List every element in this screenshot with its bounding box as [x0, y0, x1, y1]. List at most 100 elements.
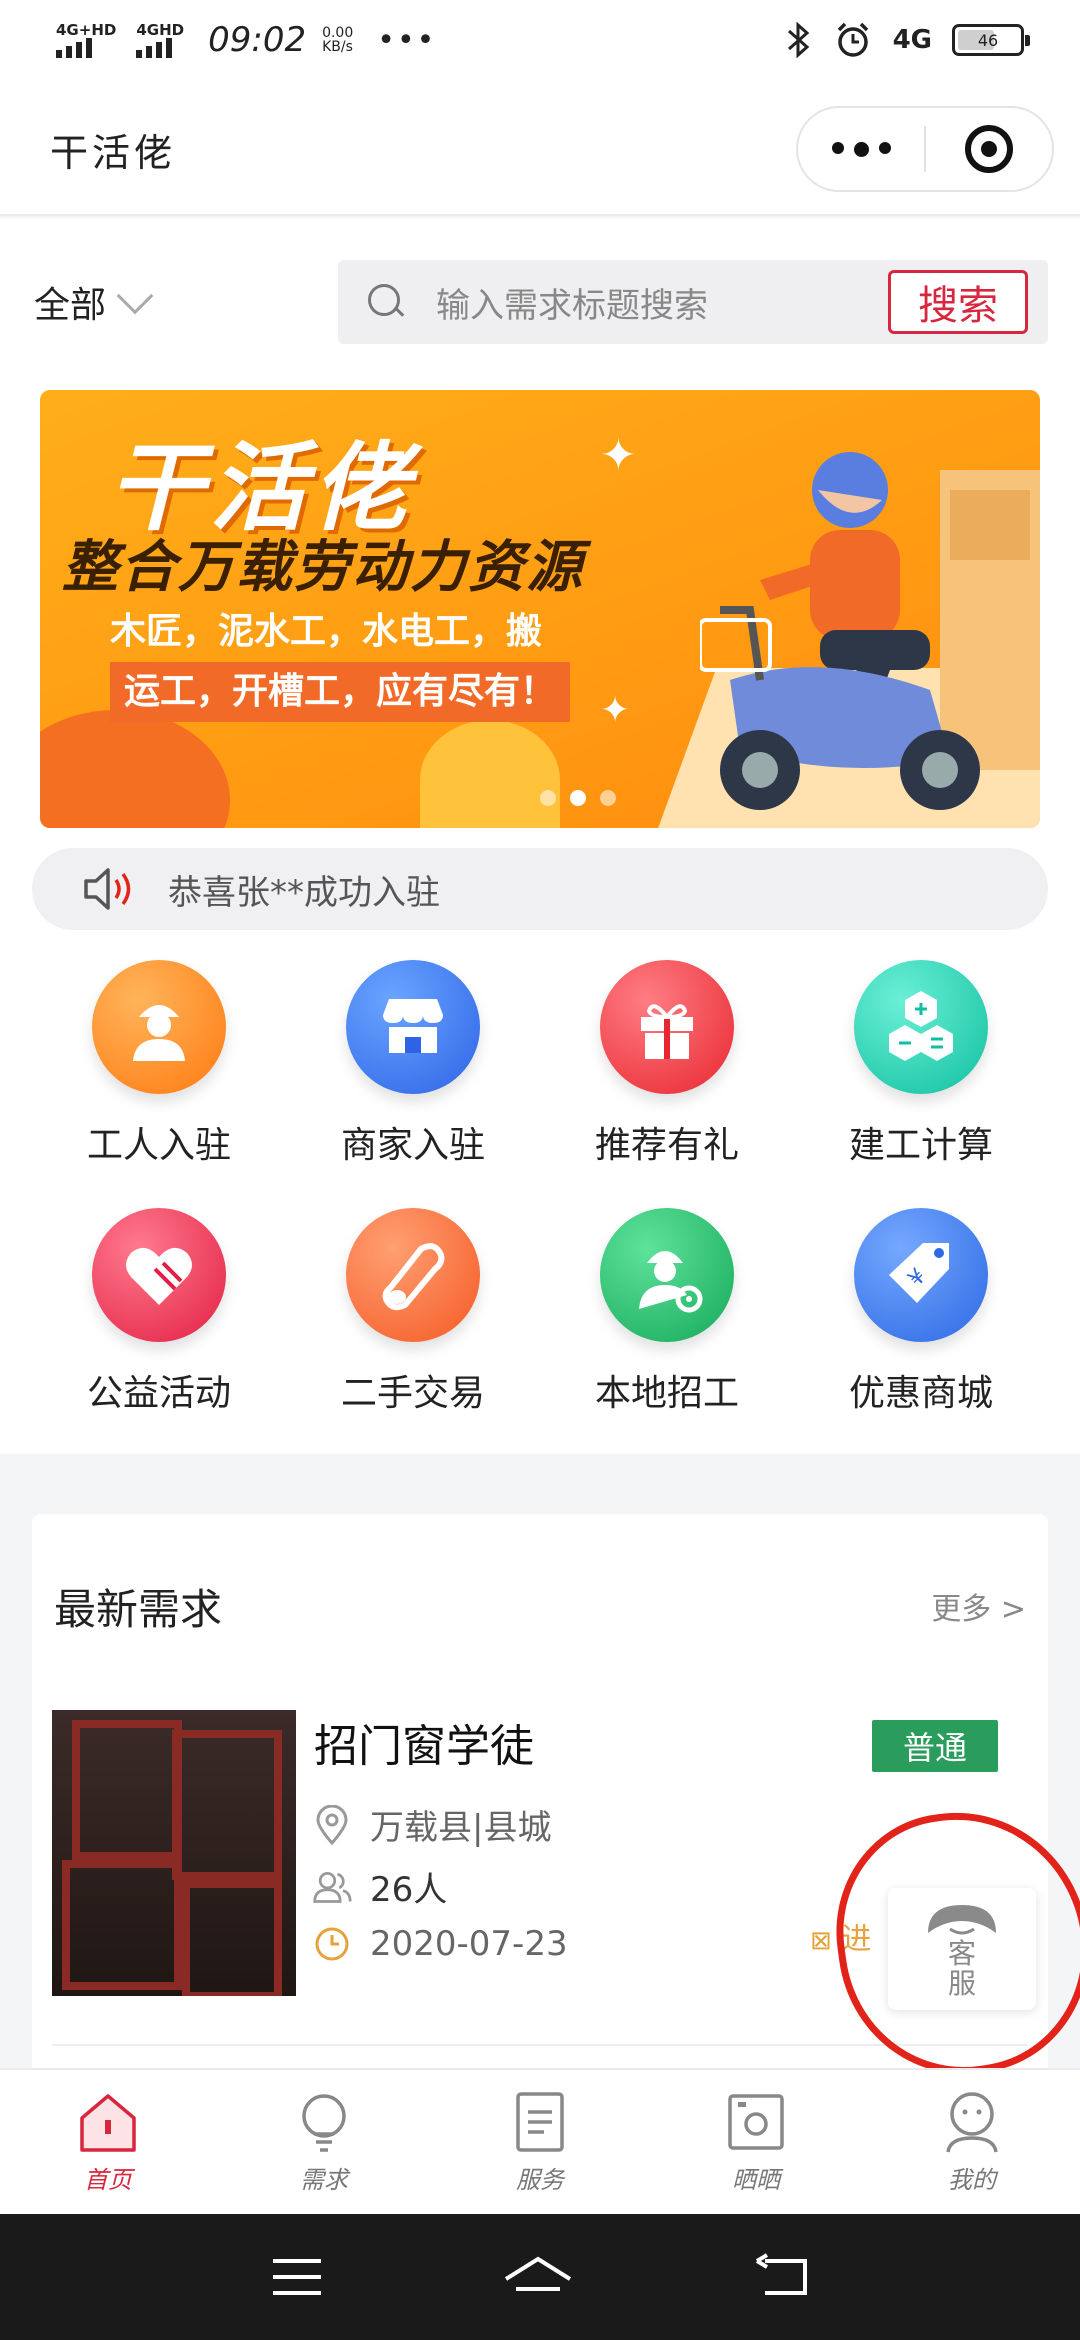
search-icon — [368, 284, 404, 320]
sparkle-icon: ✦ — [600, 430, 637, 481]
demand-date: 2020-07-23 — [312, 1924, 568, 1964]
sim2-label: 4GHD — [136, 21, 185, 39]
net-speed: 0.00 KB/s — [322, 26, 353, 54]
signal-sim1: 4G+HD — [56, 22, 116, 58]
menu-item-local-recruit[interactable]: 本地招工 — [540, 1208, 794, 1416]
banner-line-1: 木匠，泥水工，水电工，搬 — [110, 611, 543, 652]
tab-mine[interactable]: 我的 — [864, 2070, 1080, 2214]
people-icon — [312, 1867, 352, 1907]
notice-bar[interactable]: 恭喜张**成功入驻 — [32, 848, 1048, 930]
signal-bars-icon — [136, 38, 173, 58]
back-icon[interactable] — [751, 2253, 811, 2301]
banner-decoration — [40, 710, 230, 828]
location-text: 万载县|县城 — [370, 1808, 552, 1848]
tab-share[interactable]: 晒晒 — [648, 2070, 864, 2214]
page-title: 干活佬 — [50, 131, 177, 175]
more-menu-icon[interactable] — [798, 141, 924, 157]
bluetooth-icon — [787, 21, 809, 59]
customer-service-button[interactable]: 客 服 — [888, 1888, 1036, 2010]
banner-decoration — [420, 720, 560, 828]
menu-item-second-hand[interactable]: 二手交易 — [286, 1208, 540, 1416]
search-input[interactable]: 输入需求标题搜索 — [436, 278, 888, 327]
category-dropdown[interactable]: 全部 — [34, 276, 154, 328]
menu-item-discount-mall[interactable]: ¥ 优惠商城 — [794, 1208, 1048, 1416]
more-link[interactable]: 更多 > — [931, 1584, 1026, 1628]
sparkle-icon: ✦ — [600, 690, 631, 731]
menu-item-label: 本地招工 — [594, 1373, 739, 1414]
bottom-tab-bar: 首页 需求 服务 晒晒 我的 — [0, 2068, 1080, 2214]
battery-icon: 46 — [952, 24, 1030, 56]
net-speed-unit: KB/s — [322, 39, 353, 55]
pipe-icon — [346, 1208, 480, 1342]
miniprogram-capsule — [796, 106, 1054, 192]
demand-location: 万载县|县城 — [312, 1800, 551, 1849]
menu-item-construction-calc[interactable]: 建工计算 — [794, 960, 1048, 1168]
window-frame-shape — [62, 1860, 182, 1990]
status-badge: 普通 — [872, 1720, 998, 1772]
menu-item-label: 商家入驻 — [340, 1125, 485, 1166]
notice-text: 恭喜张**成功入驻 — [168, 872, 440, 913]
tab-demand[interactable]: 需求 — [216, 2070, 432, 2214]
calculator-icon — [854, 960, 988, 1094]
tab-home[interactable]: 首页 — [0, 2070, 216, 2214]
category-label: 全部 — [34, 285, 107, 326]
worker-icon — [92, 960, 226, 1094]
close-miniprogram-button[interactable] — [926, 125, 1052, 173]
camera-icon — [728, 2094, 784, 2150]
tab-label: 首页 — [84, 2166, 132, 2194]
carousel-dot[interactable] — [600, 790, 616, 806]
bulb-icon — [302, 2094, 346, 2152]
banner-carousel[interactable]: 干活佬 整合万载劳动力资源 木匠，泥水工，水电工，搬 运工，开槽工，应有尽有！ … — [40, 390, 1040, 828]
menu-section: 工人入驻 商家入驻 推荐有礼 建工计算 公益活动 二手交易 本地招工 ¥ 优惠商… — [0, 942, 1080, 1454]
carousel-dot-active[interactable] — [570, 790, 586, 806]
document-icon — [516, 2092, 564, 2152]
signal-bars-icon — [56, 38, 92, 58]
enter-label: 进 — [841, 1922, 872, 1957]
clock-icon — [312, 1924, 352, 1964]
menu-item-label: 工人入驻 — [86, 1125, 231, 1166]
more-notifications-icon: ••• — [377, 22, 437, 58]
menu-item-charity[interactable]: 公益活动 — [32, 1208, 286, 1416]
system-nav-bar — [0, 2214, 1080, 2340]
heart-icon — [92, 1208, 226, 1342]
search-button[interactable]: 搜索 — [888, 270, 1028, 334]
demand-title[interactable]: 招门窗学徒 — [314, 1710, 534, 1774]
demand-people: 26人 — [312, 1862, 447, 1911]
window-frame-shape — [72, 1720, 182, 1860]
banner-line-2: 运工，开槽工，应有尽有！ — [110, 662, 571, 722]
tab-service[interactable]: 服务 — [432, 2070, 648, 2214]
menu-item-worker-join[interactable]: 工人入驻 — [32, 960, 286, 1168]
notice-section: 恭喜张**成功入驻 — [0, 848, 1080, 942]
shop-icon — [346, 960, 480, 1094]
location-pin-icon — [312, 1804, 352, 1845]
menu-item-merchant-join[interactable]: 商家入驻 — [286, 960, 540, 1168]
menu-item-label: 推荐有礼 — [594, 1125, 739, 1166]
tab-label: 需求 — [300, 2166, 348, 2194]
menu-item-label: 公益活动 — [86, 1373, 231, 1414]
carousel-dot[interactable] — [540, 790, 556, 806]
network-type: 4G — [892, 25, 932, 55]
target-icon — [964, 125, 1013, 173]
app-header: 干活佬 — [0, 80, 1080, 216]
net-speed-value: 0.00 — [322, 25, 354, 41]
menu-item-label: 优惠商城 — [848, 1373, 993, 1414]
search-box[interactable]: 输入需求标题搜索 搜索 — [338, 260, 1048, 344]
demand-thumbnail[interactable] — [52, 1710, 296, 1996]
carousel-indicator — [540, 790, 616, 806]
search-row: 全部 输入需求标题搜索 搜索 — [0, 218, 1080, 368]
people-count: 26人 — [370, 1870, 448, 1910]
enter-link[interactable]: ⊠ 进 — [810, 1914, 871, 1958]
window-frame-shape — [182, 1880, 282, 1996]
status-bar: 4G+HD 4GHD 09:02 0.00 KB/s ••• 4G 46 — [0, 0, 1080, 80]
tab-label: 我的 — [948, 2166, 996, 2194]
menu-grid: 工人入驻 商家入驻 推荐有礼 建工计算 公益活动 二手交易 本地招工 ¥ 优惠商… — [0, 960, 1080, 1416]
signal-sim2: 4GHD — [136, 22, 184, 58]
menu-icon[interactable] — [269, 2255, 325, 2299]
gift-icon — [600, 960, 734, 1094]
scooter-rider-illustration — [700, 452, 1040, 810]
speaker-icon — [84, 868, 131, 910]
home-button-icon[interactable] — [502, 2253, 574, 2301]
banner-section: 干活佬 整合万载劳动力资源 木匠，泥水工，水电工，搬 运工，开槽工，应有尽有！ … — [0, 368, 1080, 848]
date-text: 2020-07-23 — [370, 1924, 568, 1964]
menu-item-referral-gift[interactable]: 推荐有礼 — [540, 960, 794, 1168]
